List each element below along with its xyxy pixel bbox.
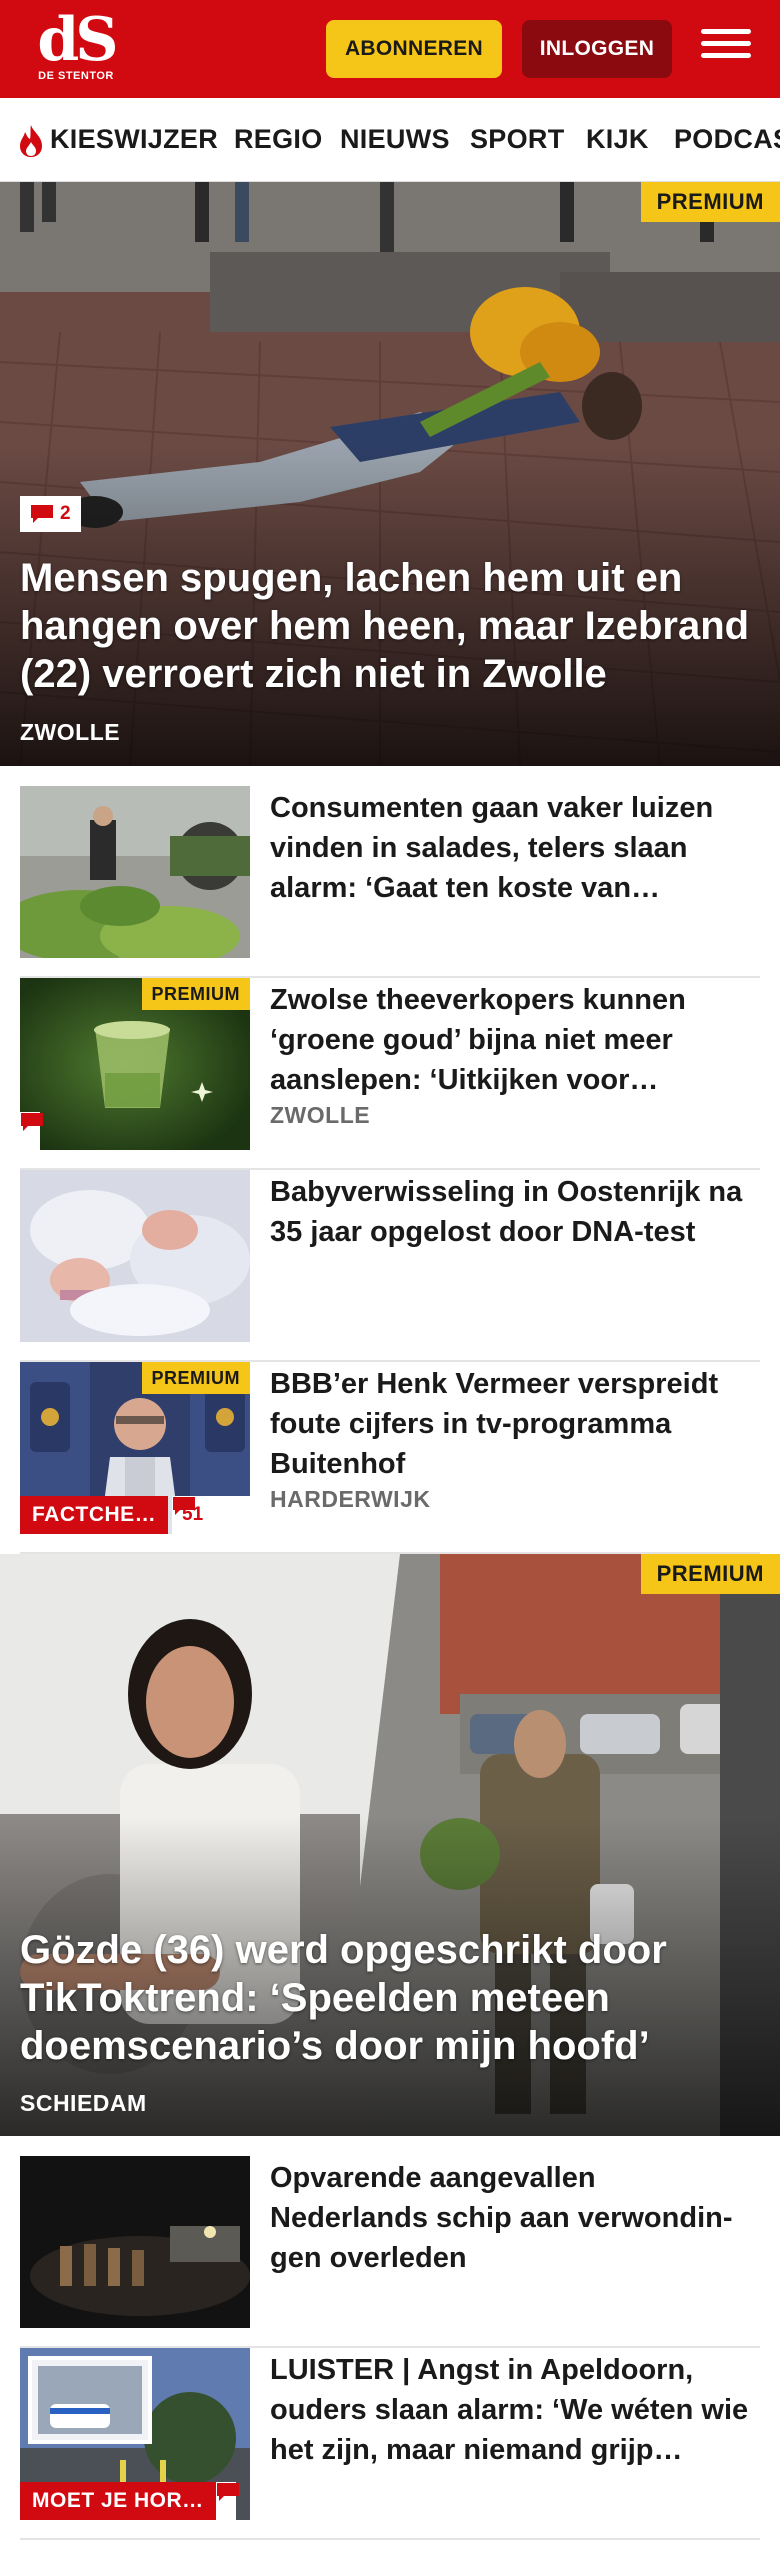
factcheck-tag: FACTCHE… (20, 1496, 169, 1534)
list-item[interactable]: PREMIUM Zwolse theeverkopers kunnen ‘gro… (20, 978, 760, 1170)
comment-count-badge[interactable]: 2 (20, 496, 81, 532)
nav-item-kijk[interactable]: KIJK (586, 124, 649, 155)
article-location: ZWOLLE (270, 1102, 371, 1128)
article-headline[interactable]: BBB’er Henk Vermeer verspreidt foute cij… (270, 1364, 750, 1484)
article-thumbnail (20, 1170, 250, 1342)
list-item[interactable]: MOET JE HOR… LUISTER | Angst in Apeldoor… (20, 2348, 760, 2540)
premium-badge: PREMIUM (640, 1554, 780, 1594)
list-item[interactable]: Consumenten gaan vaker luizen vinden in … (20, 786, 760, 978)
comment-bubble-icon (31, 505, 53, 523)
article-thumbnail (20, 786, 250, 958)
article-headline[interactable]: Zwolse theeverkopers kunnen ‘groene goud… (270, 980, 750, 1100)
hero-article-gozde[interactable]: PREMIUM Gözde (36) werd opgeschrikt door… (0, 1554, 780, 2136)
article-headline[interactable]: Opvarende aangevallen Nederlands schip a… (270, 2158, 750, 2278)
nav-item-sport[interactable]: SPORT (470, 124, 565, 155)
premium-badge: PREMIUM (640, 182, 780, 222)
hero-location: SCHIEDAM (20, 2090, 147, 2116)
comment-count-badge[interactable]: 51 (172, 1496, 250, 1534)
article-headline[interactable]: Babyverwisseling in Oostenrijk na 35 jaa… (270, 1172, 750, 1252)
site-logo[interactable]: dS DE STENTOR (28, 5, 124, 88)
nav-item-regio[interactable]: REGIO (234, 124, 323, 155)
comment-count-badge[interactable] (216, 2482, 239, 2520)
hero-headline[interactable]: Gözde (36) werd opgeschrikt door TikTokt… (20, 1926, 760, 2070)
article-headline[interactable]: Consumenten gaan vaker luizen vinden in … (270, 788, 750, 908)
login-button[interactable]: INLOGGEN (522, 20, 672, 78)
podcast-tag: MOET JE HOR… (20, 2482, 216, 2520)
nav-item-nieuws[interactable]: NIEUWS (340, 124, 450, 155)
premium-badge: PREMIUM (141, 978, 250, 1010)
nav-item-kieswijzer[interactable]: KIESWIJZER (50, 124, 218, 155)
article-thumbnail: PREMIUM FACTCHE… 51 (20, 1362, 250, 1534)
top-header: dS DE STENTOR ABONNEREN INLOGGEN (0, 0, 780, 98)
article-thumbnail (20, 2156, 250, 2328)
logo-subtitle: DE STENTOR (38, 70, 114, 82)
article-thumbnail: MOET JE HOR… (20, 2348, 250, 2520)
subscribe-button[interactable]: ABONNEREN (326, 20, 502, 78)
hero-headline[interactable]: Mensen spugen, lachen hem uit en hangen … (20, 554, 760, 698)
comment-bubble-icon (21, 1113, 43, 1131)
hamburger-menu-icon[interactable] (698, 22, 754, 74)
comment-count-badge[interactable] (20, 1112, 43, 1150)
article-headline[interactable]: LUISTER | Angst in Apeldoorn, ouders sla… (270, 2350, 750, 2470)
list-item[interactable]: Babyverwisseling in Oostenrijk na 35 jaa… (20, 1170, 760, 1362)
flame-icon (20, 125, 42, 157)
article-location: HARDERWIJK (270, 1486, 431, 1512)
article-thumbnail: PREMIUM (20, 978, 250, 1150)
logo-mark: dS (37, 5, 118, 75)
premium-badge: PREMIUM (141, 1362, 250, 1394)
hero-article-izebrand[interactable]: PREMIUM 2 Mensen spugen, lachen hem uit … (0, 182, 780, 766)
list-item[interactable]: PREMIUM FACTCHE… 51 BBB’er Henk Vermeer … (20, 1362, 760, 1554)
hero-location: ZWOLLE (20, 719, 121, 745)
list-item[interactable]: Opvarende aangevallen Nederlands schip a… (20, 2156, 760, 2348)
section-nav: KIESWIJZER REGIO NIEUWS SPORT KIJK PODCA… (0, 98, 780, 182)
comment-bubble-icon (173, 1497, 195, 1515)
comment-bubble-icon (217, 2483, 239, 2501)
nav-item-podcast[interactable]: PODCAST (674, 124, 780, 155)
comment-count: 2 (60, 503, 71, 524)
